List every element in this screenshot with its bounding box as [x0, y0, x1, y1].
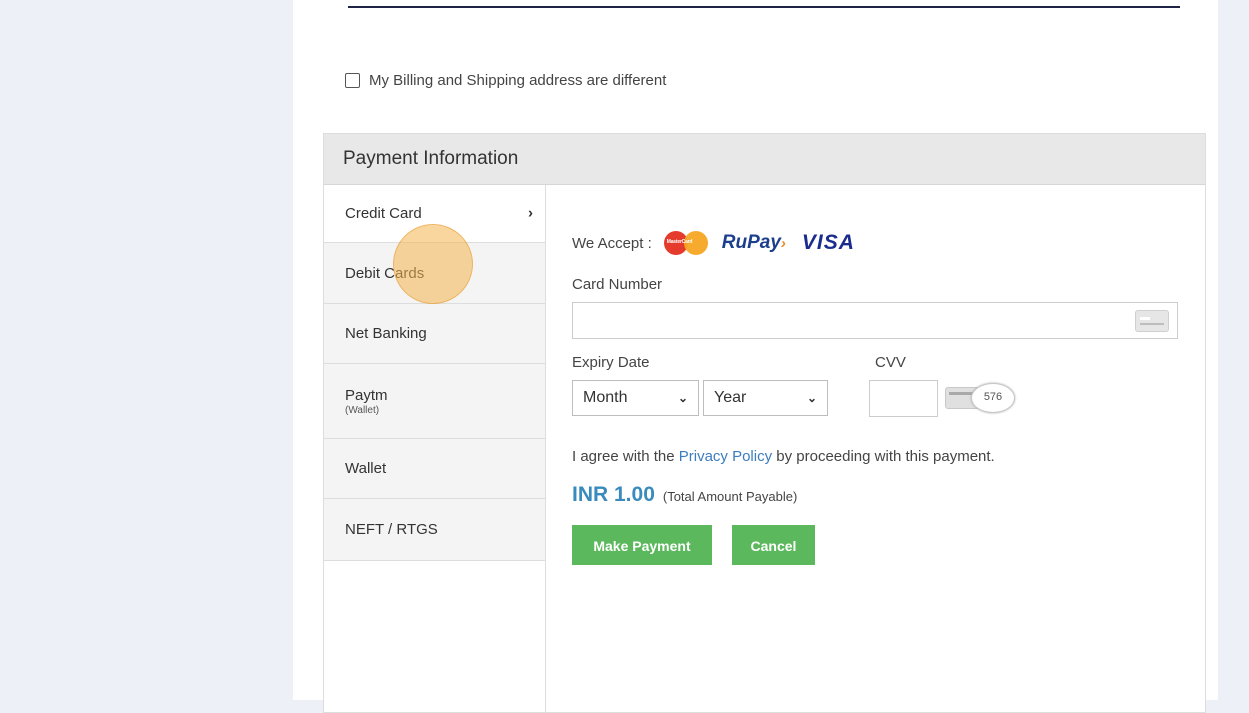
mastercard-logo: MasterCard: [663, 230, 710, 256]
visa-logo: VISA: [801, 231, 855, 254]
privacy-policy-link[interactable]: Privacy Policy: [679, 448, 772, 465]
expiry-date-label: Expiry Date: [572, 354, 650, 371]
tab-label: NEFT / RTGS: [345, 521, 438, 538]
card-number-input[interactable]: [572, 302, 1178, 339]
agreement-text: I agree with the Privacy Policy by proce…: [572, 448, 995, 465]
chevron-right-icon: ›: [528, 204, 533, 222]
cvv-hint-value: 576: [971, 383, 1015, 413]
payment-header: Payment Information: [324, 134, 1205, 185]
tab-sublabel: (Wallet): [345, 404, 380, 416]
tab-label: Paytm: [345, 386, 388, 404]
month-select[interactable]: Month ⌄: [572, 380, 699, 416]
click-indicator: [393, 224, 473, 304]
we-accept-label: We Accept :: [572, 234, 652, 252]
accepted-cards: We Accept : MasterCard RuPay› VISA: [572, 230, 855, 256]
tab-net-banking[interactable]: Net Banking: [324, 304, 545, 364]
main-content: My Billing and Shipping address are diff…: [293, 0, 1218, 713]
cvv-label: CVV: [875, 354, 906, 371]
tab-wallet[interactable]: Wallet: [324, 439, 545, 499]
billing-shipping-row[interactable]: My Billing and Shipping address are diff…: [345, 72, 666, 89]
rupay-logo: RuPay›: [721, 232, 786, 253]
credit-card-icon: [1135, 310, 1169, 332]
chevron-down-icon: ⌄: [677, 391, 688, 405]
make-payment-button[interactable]: Make Payment: [572, 525, 712, 565]
tab-label: Wallet: [345, 460, 387, 477]
billing-checkbox[interactable]: [345, 73, 360, 88]
billing-label: My Billing and Shipping address are diff…: [369, 72, 667, 89]
cvv-input[interactable]: [869, 380, 938, 417]
payment-panel: Payment Information Credit Card › Debit …: [323, 133, 1206, 713]
tab-label: Net Banking: [345, 325, 427, 342]
tab-neft-rtgs[interactable]: NEFT / RTGS: [324, 499, 545, 561]
divider: [348, 6, 1180, 8]
chevron-down-icon: ⌄: [806, 391, 817, 405]
tab-label: Credit Card: [345, 205, 422, 222]
year-select[interactable]: Year ⌄: [703, 380, 828, 416]
amount-value: INR 1.00: [572, 483, 655, 506]
cvv-hint-icon: 576: [945, 383, 1015, 413]
card-number-label: Card Number: [572, 276, 663, 293]
amount-note: (Total Amount Payable): [662, 489, 798, 504]
total-amount: INR 1.00 (Total Amount Payable): [572, 483, 797, 507]
cancel-button[interactable]: Cancel: [732, 525, 815, 565]
tab-paytm[interactable]: Paytm (Wallet): [324, 364, 545, 439]
